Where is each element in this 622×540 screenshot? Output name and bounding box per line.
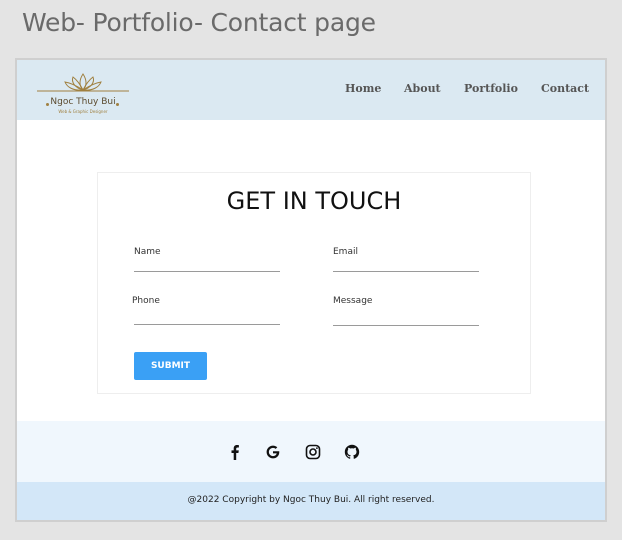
phone-label: Phone [132, 296, 160, 306]
social-links [17, 421, 605, 482]
browser-frame: Ngoc Thuy Bui Web & Graphic Designer Hom… [15, 58, 607, 522]
email-input-underline[interactable] [333, 271, 479, 272]
form-title: GET IN TOUCH [226, 187, 402, 215]
name-label: Name [134, 247, 161, 257]
brand-tagline: Web & Graphic Designer [58, 109, 108, 114]
github-icon[interactable] [343, 443, 361, 461]
nav-home[interactable]: Home [345, 82, 381, 95]
message-input-underline[interactable] [333, 325, 479, 326]
phone-input-underline[interactable] [134, 324, 280, 325]
submit-button[interactable]: SUBMIT [134, 352, 207, 380]
email-label: Email [333, 247, 358, 257]
page-caption: Web- Portfolio- Contact page [22, 8, 376, 37]
message-label: Message [333, 296, 373, 306]
copyright-text: @2022 Copyright by Ngoc Thuy Bui. All ri… [187, 495, 435, 505]
site-footer: @2022 Copyright by Ngoc Thuy Bui. All ri… [17, 482, 605, 520]
instagram-icon[interactable] [304, 443, 322, 461]
site-header: Ngoc Thuy Bui Web & Graphic Designer Hom… [17, 60, 605, 120]
nav-contact[interactable]: Contact [541, 82, 589, 95]
facebook-icon[interactable] [226, 443, 244, 461]
contact-form: GET IN TOUCH Name Email Phone Message SU… [97, 172, 531, 394]
logo-dot-right [116, 103, 119, 106]
google-icon[interactable] [264, 443, 282, 461]
nav-portfolio[interactable]: Portfolio [464, 82, 518, 95]
main-nav: Home About Portfolio Contact [17, 82, 605, 102]
name-input-underline[interactable] [134, 271, 280, 272]
nav-about[interactable]: About [404, 82, 441, 95]
